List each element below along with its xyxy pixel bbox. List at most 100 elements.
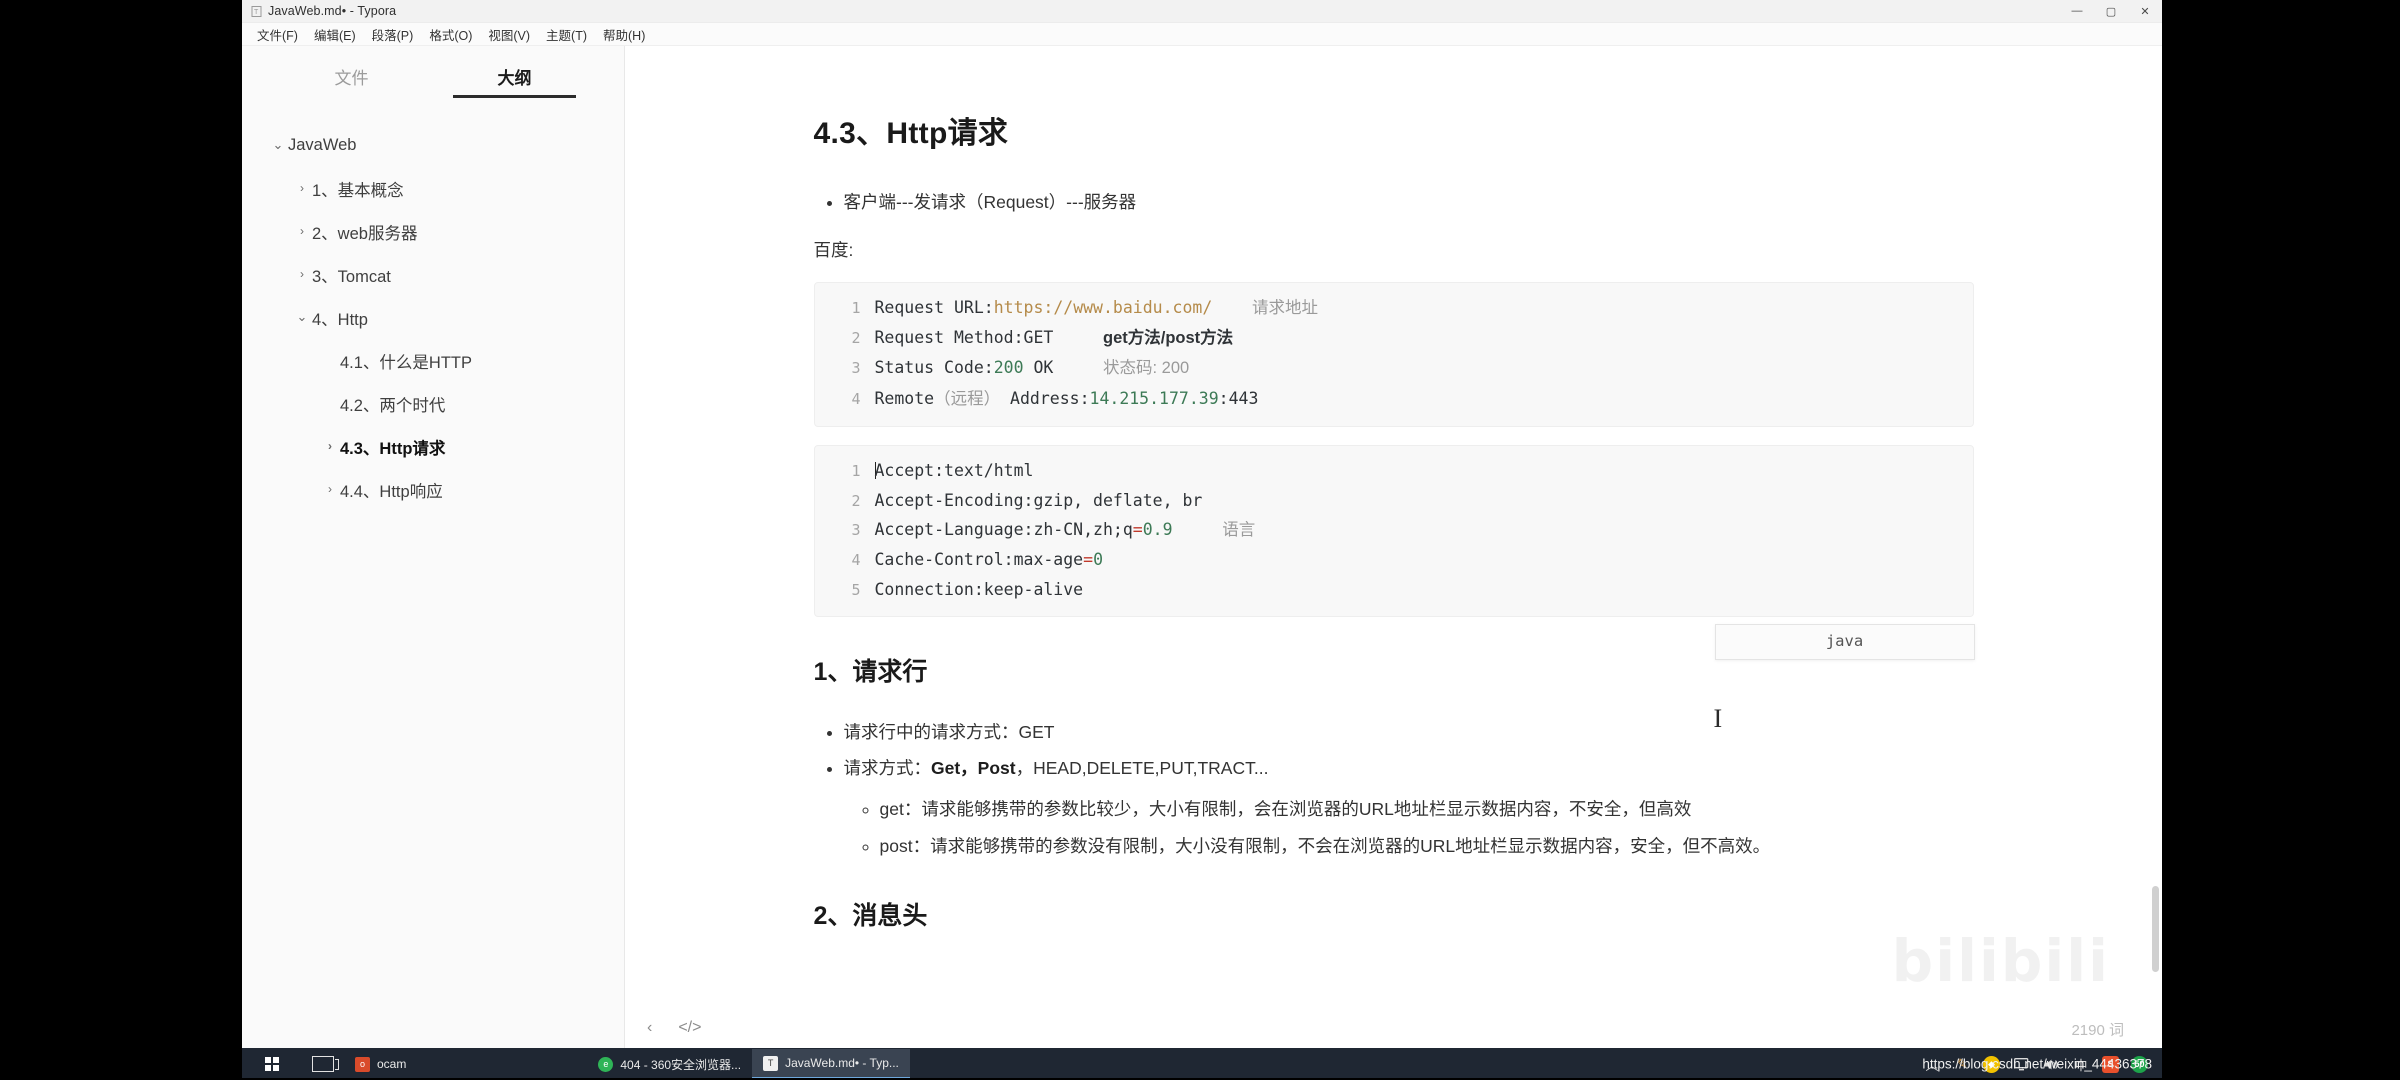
typora-icon: T bbox=[763, 1055, 779, 1071]
window-title: JavaWeb.md• - Typora bbox=[268, 4, 397, 18]
code-block-request-info[interactable]: 1 Request URL:https://www.baidu.com/ 请求地… bbox=[813, 281, 1974, 428]
minimize-button[interactable]: — bbox=[2060, 0, 2094, 22]
word-count[interactable]: 2190 词 bbox=[2071, 1019, 2124, 1040]
taskbar-left: o ocam e 404 - 360安全浏览器... T JavaWeb.md•… bbox=[242, 1048, 910, 1080]
taskbar-app-browser[interactable]: e 404 - 360安全浏览器... bbox=[587, 1050, 752, 1078]
code-language-selector[interactable]: java bbox=[1714, 623, 1975, 660]
outline-item-web-server[interactable]: › 2、web服务器 bbox=[242, 210, 624, 253]
line-number: 3 bbox=[851, 520, 861, 539]
outline-item-two-eras[interactable]: › 4.2、两个时代 bbox=[242, 382, 624, 425]
line-number: 1 bbox=[851, 462, 861, 481]
outline-item-what-is-http[interactable]: › 4.1、什么是HTTP bbox=[242, 339, 624, 382]
line-number: 2 bbox=[851, 491, 861, 510]
outline-item-label: 1、基本概念 bbox=[312, 181, 404, 200]
task-view-icon bbox=[312, 1056, 339, 1072]
baidu-label: 百度: bbox=[813, 240, 854, 261]
editor-scroll-area[interactable]: 4.3、Http请求 客户端---发请求（Request）---服务器 百度: … bbox=[625, 46, 2162, 1008]
code-line-text: Connection:keep-alive bbox=[874, 579, 1084, 599]
outline-item-basic-concepts[interactable]: › 1、基本概念 bbox=[242, 167, 624, 210]
code-line: 3 Accept-Language:zh-CN,zh;q=0.9 语言 bbox=[815, 515, 1973, 545]
outline-item-label: JavaWeb bbox=[288, 136, 357, 154]
ocam-icon: o bbox=[355, 1056, 370, 1072]
document-page[interactable]: 4.3、Http请求 客户端---发请求（Request）---服务器 百度: … bbox=[813, 108, 1975, 939]
sidebar-tabs: 文件 大纲 bbox=[242, 46, 624, 98]
code-line-text: Status Code:200 OK 状态码: 200 bbox=[874, 358, 1190, 378]
chevron-down-icon[interactable]: ⌄ bbox=[270, 138, 286, 151]
code-line-text: Accept-Encoding:gzip, deflate, br bbox=[874, 490, 1203, 510]
menu-view[interactable]: 视图(V) bbox=[481, 23, 537, 46]
bullet-bold: Get，Post bbox=[931, 758, 1016, 779]
outline-item-http[interactable]: ⌄ 4、Http bbox=[242, 296, 624, 339]
svg-text:T: T bbox=[254, 9, 259, 16]
tab-outline[interactable]: 大纲 bbox=[433, 64, 596, 98]
source-code-icon[interactable]: </> bbox=[678, 1019, 701, 1037]
method-sub-list: get：请求能够携带的参数比较少，大小有限制，会在浏览器的URL地址栏显示数据内… bbox=[844, 794, 1974, 861]
code-line-text: Accept:text/html bbox=[874, 461, 1034, 481]
list-item: get：请求能够携带的参数比较少，大小有限制，会在浏览器的URL地址栏显示数据内… bbox=[880, 794, 1974, 825]
outline-item-label: 2、web服务器 bbox=[312, 224, 418, 243]
taskbar-app-label: ocam bbox=[377, 1057, 407, 1071]
code-block-request-headers[interactable]: 1 Accept:text/html 2 Accept-Encoding:gzi… bbox=[813, 445, 1975, 660]
editor-footer-bar: ‹ </> 2190 词 bbox=[625, 1008, 2162, 1048]
outline-item-http-request[interactable]: › 4.3、Http请求 bbox=[242, 425, 624, 468]
chevron-down-icon[interactable]: ⌄ bbox=[294, 310, 310, 323]
code-line-text: Cache-Control:max-age=0 bbox=[874, 550, 1104, 570]
list-item: post：请求能够携带的参数没有限制，大小没有限制，不会在浏览器的URL地址栏显… bbox=[880, 831, 1974, 862]
list-item: 请求方式：Get，Post，HEAD,DELETE,PUT,TRACT... g… bbox=[844, 753, 1974, 861]
code-line: 1 Accept:text/html bbox=[815, 456, 1973, 485]
browser-360-icon: e bbox=[598, 1056, 614, 1072]
chevron-right-icon[interactable]: › bbox=[322, 483, 338, 495]
chevron-right-icon[interactable]: › bbox=[294, 182, 310, 194]
menu-paragraph[interactable]: 段落(P) bbox=[365, 23, 421, 46]
line-number: 4 bbox=[851, 551, 861, 570]
start-button[interactable] bbox=[242, 1048, 302, 1080]
bullet-prefix: 请求方式： bbox=[843, 758, 932, 779]
outline-item-javaweb[interactable]: ⌄ JavaWeb bbox=[242, 124, 624, 167]
menu-bar: 文件(F) 编辑(E) 段落(P) 格式(O) 视图(V) 主题(T) 帮助(H… bbox=[242, 23, 2162, 46]
windows-logo-icon bbox=[265, 1057, 279, 1071]
title-bar: T JavaWeb.md• - Typora — ▢ ✕ bbox=[242, 0, 2162, 23]
outline-item-label: 4、Http bbox=[312, 310, 368, 329]
outline-item-http-response[interactable]: › 4.4、Http响应 bbox=[242, 468, 624, 511]
outline-tree: ⌄ JavaWeb › 1、基本概念 › 2、web服务器 › 3、Tomcat bbox=[242, 98, 624, 1048]
tab-files[interactable]: 文件 bbox=[270, 64, 433, 98]
request-line-bullets: 请求行中的请求方式：GET 请求方式：Get，Post，HEAD,DELETE,… bbox=[814, 717, 1974, 862]
taskbar-app-ocam[interactable]: o ocam bbox=[344, 1050, 417, 1078]
code-line: 2 Request Method:GET get方法/post方法 bbox=[815, 323, 1973, 353]
list-item: 客户端---发请求（Request）---服务器 bbox=[844, 187, 1974, 218]
list-item: 请求行中的请求方式：GET bbox=[844, 717, 1974, 748]
editor-scrollbar[interactable] bbox=[2151, 46, 2160, 1008]
section-heading-message-headers: 2、消息头 bbox=[813, 902, 928, 931]
menu-format[interactable]: 格式(O) bbox=[422, 23, 479, 46]
outline-item-tomcat[interactable]: › 3、Tomcat bbox=[242, 253, 624, 296]
bullet-suffix: ，HEAD,DELETE,PUT,TRACT... bbox=[1015, 758, 1269, 779]
scrollbar-thumb[interactable] bbox=[2152, 886, 2159, 972]
line-number: 1 bbox=[851, 298, 861, 317]
maximize-button[interactable]: ▢ bbox=[2094, 0, 2128, 22]
editor-pane: 4.3、Http请求 客户端---发请求（Request）---服务器 百度: … bbox=[625, 46, 2162, 1048]
letterbox-left bbox=[0, 0, 242, 1080]
menu-theme[interactable]: 主题(T) bbox=[539, 23, 594, 46]
menu-edit[interactable]: 编辑(E) bbox=[307, 23, 363, 46]
outline-item-label: 4.1、什么是HTTP bbox=[340, 353, 473, 372]
chevron-right-icon[interactable]: › bbox=[322, 440, 338, 452]
close-button[interactable]: ✕ bbox=[2128, 0, 2162, 22]
chevron-right-icon[interactable]: › bbox=[294, 268, 310, 280]
intro-bullet-list: 客户端---发请求（Request）---服务器 bbox=[814, 187, 1974, 218]
letterbox-right bbox=[2162, 0, 2400, 1080]
chevron-right-icon[interactable]: › bbox=[294, 225, 310, 237]
menu-file[interactable]: 文件(F) bbox=[250, 23, 305, 46]
task-view-button[interactable] bbox=[302, 1048, 344, 1080]
code-line-text: Remote（远程） Address:14.215.177.39:443 bbox=[874, 388, 1259, 408]
code-line: 4 Remote（远程） Address:14.215.177.39:443 bbox=[815, 384, 1973, 414]
window-controls: — ▢ ✕ bbox=[2060, 0, 2162, 22]
taskbar-app-typora[interactable]: T JavaWeb.md• - Typ... bbox=[752, 1049, 910, 1079]
code-line: 2 Accept-Encoding:gzip, deflate, br bbox=[815, 486, 1973, 515]
document-icon: T bbox=[250, 5, 262, 17]
chevron-left-icon[interactable]: ‹ bbox=[647, 1019, 652, 1037]
window-body: 文件 大纲 ⌄ JavaWeb › 1、基本概念 › 2、web服务器 › 3、… bbox=[242, 46, 2162, 1048]
menu-help[interactable]: 帮助(H) bbox=[596, 23, 652, 46]
csdn-url-watermark: https://blog.csdn.net/weixin_44436378 bbox=[1922, 1056, 2152, 1072]
line-number: 5 bbox=[851, 580, 861, 599]
typora-window: T JavaWeb.md• - Typora — ▢ ✕ 文件(F) 编辑(E)… bbox=[242, 0, 2162, 1048]
